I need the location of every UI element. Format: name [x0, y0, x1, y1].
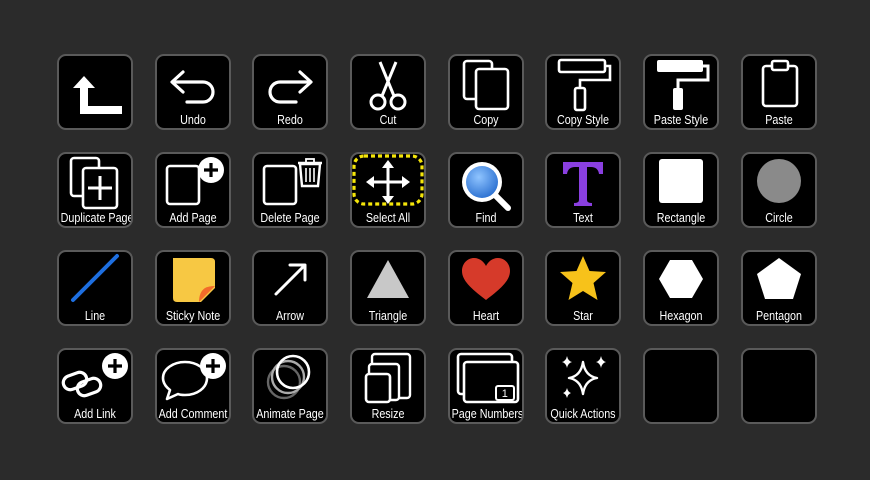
back-button[interactable] [57, 54, 133, 130]
heart-button[interactable]: Heart [447, 250, 524, 326]
tile-label: Paste Style [653, 113, 709, 127]
tile-label: Add Link [74, 407, 116, 421]
duplicate-page-button[interactable]: Duplicate Page [57, 152, 133, 228]
tile-label: Find [475, 211, 497, 225]
rectangle-button[interactable]: Rectangle [643, 152, 720, 228]
text-button[interactable]: Text [545, 152, 622, 228]
tile-label: Duplicate Page [60, 211, 133, 225]
tile-label: Line [84, 309, 106, 323]
arrow-button[interactable]: Arrow [252, 250, 329, 326]
cut-button[interactable]: Cut [350, 54, 427, 130]
triangle-button[interactable]: Triangle [350, 250, 427, 326]
resize-button[interactable]: Resize [350, 348, 427, 424]
paste-style-button[interactable]: Paste Style [643, 54, 720, 130]
tile-label: Page Numbers [451, 407, 524, 421]
paste-button[interactable]: Paste [740, 54, 817, 130]
tile-label: Quick Actions [550, 407, 616, 421]
hexagon-button[interactable]: Hexagon [643, 250, 720, 326]
empty-slot[interactable] [643, 348, 720, 424]
page-number-badge: 1 [501, 388, 508, 400]
toolbar-grid: Undo Redo Cut Copy Copy Style Paste Styl… [57, 54, 817, 424]
tile-label: Hexagon [659, 309, 703, 323]
tile-label: Add Page [169, 211, 217, 225]
pentagon-button[interactable]: Pentagon [740, 250, 817, 326]
sticky-note-button[interactable]: Sticky Note [154, 250, 231, 326]
tile-label: Select All [365, 211, 411, 225]
tile-label: Animate Page [256, 407, 325, 421]
add-page-button[interactable]: Add Page [154, 152, 231, 228]
tile-label: Text [573, 211, 594, 225]
tile-label: Paste [765, 113, 793, 127]
tile-label: Copy Style [557, 113, 610, 127]
undo-button[interactable]: Undo [154, 54, 231, 130]
tile-label: Rectangle [656, 211, 706, 225]
add-link-button[interactable]: Add Link [57, 348, 133, 424]
tile-label: Star [573, 309, 594, 323]
tile-label: Pentagon [755, 309, 802, 323]
tile-label: Delete Page [260, 211, 320, 225]
tile-label: Circle [765, 211, 793, 225]
quick-actions-button[interactable]: Quick Actions [545, 348, 622, 424]
find-button[interactable]: Find [447, 152, 524, 228]
page-numbers-button[interactable]: 1 Page Numbers [447, 348, 524, 424]
tile-label: Cut [379, 113, 397, 127]
animate-page-button[interactable]: Animate Page [252, 348, 329, 424]
back-arrow-icon [73, 76, 122, 114]
star-button[interactable]: Star [545, 250, 622, 326]
line-button[interactable]: Line [57, 250, 133, 326]
tile-label: Copy [473, 113, 499, 127]
select-all-button[interactable]: Select All [350, 152, 427, 228]
empty-slot[interactable] [740, 348, 817, 424]
tile-label: Heart [472, 309, 499, 323]
copy-style-button[interactable]: Copy Style [545, 54, 622, 130]
tile-label: Add Comment [158, 407, 228, 421]
tile-label: Triangle [368, 309, 408, 323]
redo-button[interactable]: Redo [252, 54, 329, 130]
tile-label: Resize [371, 407, 405, 421]
copy-button[interactable]: Copy [447, 54, 524, 130]
delete-page-button[interactable]: Delete Page [252, 152, 329, 228]
tile-label: Arrow [276, 309, 305, 323]
circle-button[interactable]: Circle [740, 152, 817, 228]
tile-label: Undo [179, 113, 206, 127]
add-comment-button[interactable]: Add Comment [154, 348, 231, 424]
tile-label: Sticky Note [165, 309, 220, 323]
tile-label: Redo [277, 113, 304, 127]
